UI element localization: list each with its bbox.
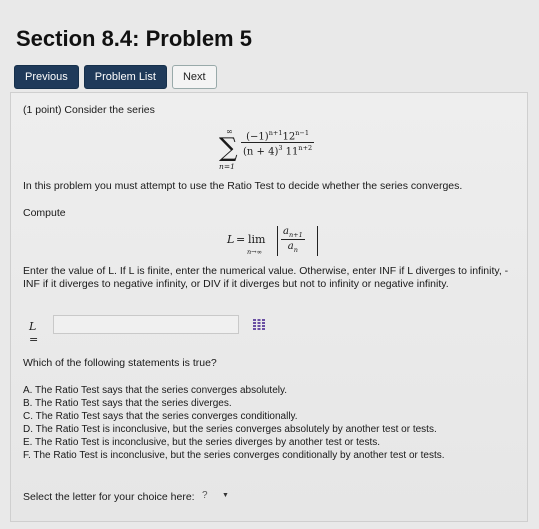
problem-nav: Previous Problem List Next — [14, 65, 217, 89]
limit-equals: = — [236, 233, 246, 246]
series-term-fraction: (−1)n+112n−1 (n + 4)3 11n+2 — [241, 129, 315, 158]
choice-select-value: ? — [202, 490, 208, 501]
instructions-line-2: INF if it diverges to negative infinity,… — [23, 278, 449, 290]
option-a: A. The Ratio Test says that the series c… — [23, 385, 288, 396]
numerator-base: (−1) — [246, 131, 269, 143]
abs-bar-right — [317, 226, 318, 256]
compute-label: Compute — [23, 207, 66, 219]
ratio-fraction: an+1 an — [281, 226, 305, 254]
problem-panel: (1 point) Consider the series ∞ ∑ n=1 (−… — [10, 92, 528, 522]
denominator-base: (n + 4) — [243, 146, 279, 158]
option-e: E. The Ratio Test is inconclusive, but t… — [23, 437, 381, 448]
series-denominator: (n + 4)3 11n+2 — [241, 142, 315, 158]
numerator-mid: 12 — [282, 131, 296, 143]
option-b: B. The Ratio Test says that the series d… — [23, 398, 232, 409]
sigma-symbol: ∑ — [219, 133, 238, 163]
limit-L: L — [227, 233, 235, 246]
question-text: Which of the following statements is tru… — [23, 357, 217, 369]
ratio-numerator: an+1 — [281, 226, 305, 239]
previous-button[interactable]: Previous — [14, 65, 79, 89]
equation-editor-icon[interactable] — [253, 319, 265, 330]
option-f: F. The Ratio Test is inconclusive, but t… — [23, 450, 445, 461]
denominator-mid: 11 — [282, 146, 299, 158]
abs-bar-left — [277, 226, 278, 256]
limit-subscript: n→∞ — [247, 248, 263, 256]
series-expression: ∞ ∑ n=1 (−1)n+112n−1 (n + 4)3 11n+2 — [219, 127, 359, 181]
ratio-test-prompt: In this problem you must attempt to use … — [23, 180, 463, 192]
numerator-exponent-1: n+1 — [268, 129, 283, 137]
limit-lim: lim — [248, 233, 266, 246]
ratio-num-sub: n+1 — [288, 231, 303, 239]
limit-answer-input[interactable] — [53, 315, 239, 334]
page-title: Section 8.4: Problem 5 — [16, 26, 252, 51]
series-numerator: (−1)n+112n−1 — [241, 129, 314, 142]
instructions-line-1: Enter the value of L. If L is finite, en… — [23, 265, 509, 277]
limit-expression: L = lim n→∞ an+1 an — [227, 223, 337, 261]
choice-select[interactable]: ? ▼ — [198, 488, 234, 503]
select-label: Select the letter for your choice here: — [23, 491, 195, 503]
numerator-exponent-2: n−1 — [295, 129, 309, 137]
problem-list-button[interactable]: Problem List — [83, 65, 167, 89]
option-d: D. The Ratio Test is inconclusive, but t… — [23, 424, 437, 435]
ratio-den-sub: n — [293, 246, 298, 254]
answer-label: L = — [29, 320, 39, 346]
ratio-denominator: an — [281, 239, 305, 254]
option-c: C. The Ratio Test says that the series c… — [23, 411, 298, 422]
sum-lower-limit: n=1 — [219, 162, 235, 171]
next-button[interactable]: Next — [171, 65, 217, 89]
denominator-exponent-2: n+2 — [298, 144, 313, 153]
problem-intro: (1 point) Consider the series — [23, 104, 155, 116]
chevron-down-icon: ▼ — [222, 492, 229, 499]
